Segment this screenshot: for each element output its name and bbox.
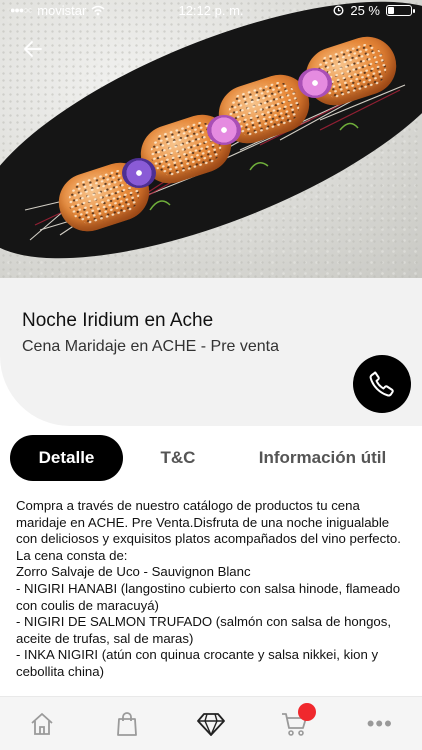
alarm-icon xyxy=(333,5,344,16)
status-bar: ●●●○○ movistar 12:12 p. m. 25 % xyxy=(0,0,422,20)
bottom-navigation: ••• xyxy=(0,696,422,750)
edible-flower xyxy=(122,158,156,188)
back-button[interactable] xyxy=(20,36,46,62)
description-paragraph: - NIGIRI DE SALMON TRUFADO (salmón con s… xyxy=(16,614,391,646)
edible-flower xyxy=(298,68,332,98)
home-icon xyxy=(31,712,53,735)
status-right: 25 % xyxy=(278,2,415,18)
tab-detalle[interactable]: Detalle xyxy=(10,435,123,481)
product-description: Compra a través de nuestro catálogo de p… xyxy=(16,498,412,681)
call-button[interactable] xyxy=(353,355,411,413)
shopping-bag-icon xyxy=(116,711,137,736)
product-title: Noche Iridium en Ache xyxy=(22,310,214,331)
cart-badge xyxy=(298,702,317,721)
nav-shop[interactable] xyxy=(97,697,157,750)
nav-more[interactable]: ••• xyxy=(350,697,410,750)
nav-home[interactable] xyxy=(12,697,72,750)
nav-cart[interactable] xyxy=(265,697,325,750)
battery-icon xyxy=(386,4,415,16)
carrier-label: movistar xyxy=(37,2,87,18)
signal-icon: ●●●○○ xyxy=(10,5,33,15)
phone-icon xyxy=(369,371,394,397)
description-paragraph: La cena consta de: xyxy=(16,547,128,563)
detail-tabs: Detalle T&C Información útil xyxy=(10,435,412,481)
nav-premium[interactable] xyxy=(181,697,241,750)
tab-terms[interactable]: T&C xyxy=(123,435,233,481)
edible-flower xyxy=(207,115,241,145)
wifi-icon xyxy=(91,5,105,15)
arrow-left-icon xyxy=(24,41,42,57)
more-icon: ••• xyxy=(366,710,393,736)
description-paragraph: Zorro Salvaje de Uco - Sauvignon Blanc xyxy=(16,564,251,580)
description-paragraph: Compra a través de nuestro catálogo de p… xyxy=(16,498,401,547)
tab-informacion-util[interactable]: Información útil xyxy=(233,435,412,481)
hero-image xyxy=(0,0,422,278)
description-paragraph: - NIGIRI HANABI (langostino cubierto con… xyxy=(16,580,401,613)
product-subtitle: Cena Maridaje en ACHE - Pre venta xyxy=(22,338,280,355)
status-time: 12:12 p. m. xyxy=(178,2,244,18)
diamond-icon xyxy=(197,712,225,736)
battery-level xyxy=(388,6,394,14)
description-paragraph: - INKA NIGIRI (atún con quinua crocante … xyxy=(16,647,379,679)
battery-percent: 25 % xyxy=(350,2,380,18)
status-left: ●●●○○ movistar xyxy=(10,3,144,18)
